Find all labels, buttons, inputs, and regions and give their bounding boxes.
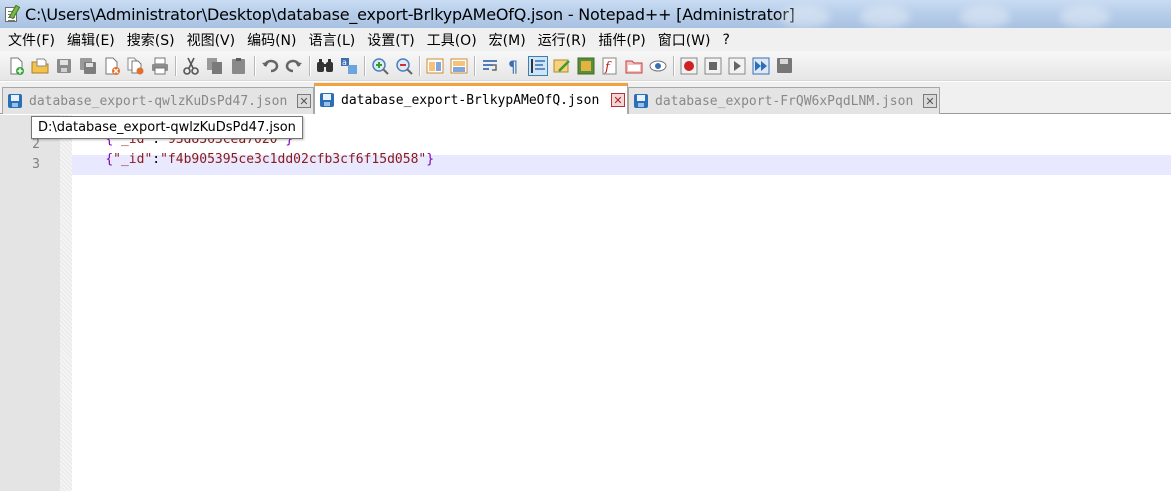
toolbar-separator [673, 55, 674, 76]
zoom-out-icon[interactable] [394, 56, 414, 76]
tab-qwlzKuDsPd47[interactable]: database_export-qwlzKuDsPd47.json ✕ [2, 87, 314, 114]
titlebar-glow [960, 6, 1010, 28]
document-map-icon[interactable] [576, 56, 596, 76]
tab-path-tooltip: D:\database_export-qwlzKuDsPd47.json [31, 116, 303, 139]
function-list-icon[interactable]: f [600, 56, 620, 76]
record-macro-icon[interactable] [679, 56, 699, 76]
menu-run[interactable]: 运行(R) [532, 30, 593, 50]
menu-settings[interactable]: 设置(T) [361, 30, 420, 50]
tab-FrQW6xPqdLNM[interactable]: database_export-FrQW6xPqdLNM.json ✕ [628, 87, 940, 114]
close-tab-icon[interactable]: ✕ [923, 94, 937, 108]
notepad-app-icon[interactable] [3, 4, 21, 23]
zoom-in-icon[interactable] [370, 56, 390, 76]
copy-icon[interactable] [205, 56, 225, 76]
sync-vertical-icon[interactable] [425, 56, 445, 76]
run-macro-multiple-icon[interactable] [751, 56, 771, 76]
save-all-icon[interactable] [78, 56, 98, 76]
menu-macro[interactable]: 宏(M) [483, 30, 532, 50]
menu-bar: 文件(F) 编辑(E) 搜索(S) 视图(V) 编码(N) 语言(L) 设置(T… [0, 28, 1171, 51]
tab-label: database_export-qwlzKuDsPd47.json [29, 93, 288, 109]
menu-window[interactable]: 窗口(W) [652, 30, 717, 50]
titlebar-glow [780, 6, 830, 28]
titlebar-glow [860, 6, 910, 28]
tab-save-icon [633, 93, 649, 109]
tab-bar: database_export-qwlzKuDsPd47.json ✕ data… [0, 82, 1171, 114]
udl-icon[interactable] [552, 56, 572, 76]
save-macro-icon[interactable] [775, 56, 795, 76]
redo-icon[interactable] [284, 56, 304, 76]
toolbar-separator [175, 55, 176, 76]
stop-macro-icon[interactable] [703, 56, 723, 76]
titlebar-glow [1060, 6, 1110, 28]
toolbar-separator [254, 55, 255, 76]
json-brace: { [105, 152, 114, 167]
toolbar: a ¶ f [0, 51, 1171, 81]
new-file-icon[interactable] [6, 56, 26, 76]
editor-area[interactable]: 1 2 3 {"_id":"93d8363cea7020"} {"_id":"f… [0, 115, 1171, 491]
open-folder-icon[interactable] [30, 56, 50, 76]
line-number-gutter[interactable]: 1 2 3 [0, 115, 60, 491]
close-tab-icon[interactable]: ✕ [297, 94, 311, 108]
toolbar-separator [309, 55, 310, 76]
menu-language[interactable]: 语言(L) [303, 30, 362, 50]
folder-workspace-icon[interactable] [624, 56, 644, 76]
json-brace: } [426, 152, 435, 167]
sync-horizontal-icon[interactable] [449, 56, 469, 76]
play-macro-icon[interactable] [727, 56, 747, 76]
json-value: "f4b905395ce3c1dd02cfb3cf6f15d058" [160, 152, 427, 167]
json-key: "_id" [113, 152, 153, 167]
menu-plugins[interactable]: 插件(P) [592, 30, 651, 50]
menu-edit[interactable]: 编辑(E) [61, 30, 121, 50]
window-title: C:\Users\Administrator\Desktop\database_… [25, 4, 795, 24]
menu-help[interactable]: ? [717, 32, 736, 48]
save-icon[interactable] [54, 56, 74, 76]
paste-icon[interactable] [229, 56, 249, 76]
tab-save-icon [319, 92, 335, 108]
fold-margin[interactable] [60, 115, 72, 491]
tab-label: database_export-FrQW6xPqdLNM.json [655, 93, 914, 109]
replace-icon[interactable]: a [339, 56, 359, 76]
menu-file[interactable]: 文件(F) [2, 30, 61, 50]
line-number: 3 [32, 157, 40, 172]
line-number: 2 [32, 137, 40, 152]
close-file-icon[interactable] [102, 56, 122, 76]
show-all-characters-icon[interactable]: ¶ [504, 56, 524, 76]
menu-tools[interactable]: 工具(O) [421, 30, 483, 50]
menu-search[interactable]: 搜索(S) [121, 30, 181, 50]
close-tab-icon[interactable]: ✕ [611, 93, 625, 107]
monitoring-eye-icon[interactable] [648, 56, 668, 76]
title-bar[interactable]: C:\Users\Administrator\Desktop\database_… [0, 0, 1171, 28]
cut-icon[interactable] [181, 56, 201, 76]
code-line-2[interactable]: {"_id":"f4b905395ce3c1dd02cfb3cf6f15d058… [74, 137, 434, 182]
toolbar-separator [364, 55, 365, 76]
word-wrap-icon[interactable] [480, 56, 500, 76]
toolbar-separator [474, 55, 475, 76]
svg-text:¶: ¶ [508, 57, 518, 75]
find-icon[interactable] [315, 56, 335, 76]
svg-text:a: a [342, 58, 347, 67]
print-icon[interactable] [150, 56, 170, 76]
menu-view[interactable]: 视图(V) [181, 30, 242, 50]
undo-icon[interactable] [260, 56, 280, 76]
json-colon: : [152, 152, 161, 167]
tab-BrlkypAMeOfQ[interactable]: database_export-BrlkypAMeOfQ.json ✕ [314, 83, 628, 114]
toolbar-separator [419, 55, 420, 76]
close-all-icon[interactable] [126, 56, 146, 76]
indent-guide-icon[interactable] [528, 55, 548, 76]
tab-label: database_export-BrlkypAMeOfQ.json [341, 92, 600, 108]
menu-encoding[interactable]: 编码(N) [241, 30, 302, 50]
tab-save-icon [7, 93, 23, 109]
